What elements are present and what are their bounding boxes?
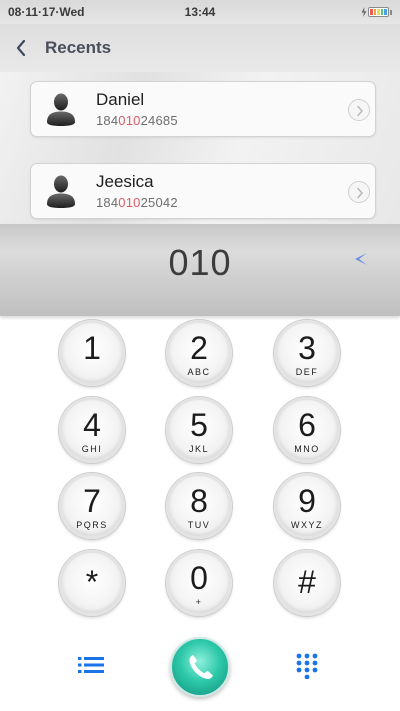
key-0[interactable]: 0 + [166,550,232,616]
status-time: 13:44 [184,5,216,19]
number-display-bar: 010 [0,224,400,316]
key-2[interactable]: 2 ABC [166,320,232,386]
contact-number: 18401025042 [96,195,178,210]
key-letters: ABC [187,367,211,377]
key-letters: MNO [294,444,320,454]
key-digit: 7 [83,483,101,519]
phone-call-icon [189,655,213,680]
key-letters: WXYZ [291,520,323,530]
dialpad-grid-icon[interactable] [294,653,320,679]
call-button[interactable] [170,637,230,697]
contact-name: Jeesica [96,172,154,191]
key-digit: 5 [190,407,208,443]
key-digit: 3 [298,330,316,366]
key-letters: PQRS [76,520,108,530]
key-4[interactable]: 4 GHI [59,397,125,463]
key-digit: 6 [298,407,316,443]
key-digit: 0 [190,560,208,596]
key-5[interactable]: 5 JKL [166,397,232,463]
key-digit: 8 [190,483,208,519]
chevron-right-icon [357,187,364,199]
key-letters: DEF [295,367,319,377]
chevron-right-icon [357,105,364,117]
key-digit: 9 [298,483,316,519]
key-9[interactable]: 9 WXYZ [274,473,340,539]
matched-digits: 010 [118,195,141,210]
key-digit: 4 [83,407,101,443]
contact-card-daniel[interactable]: Daniel 18401024685 [30,81,376,137]
chevron-left-icon[interactable] [14,39,28,57]
contact-name: Daniel [96,90,145,109]
key-hash[interactable]: # [274,550,340,616]
recents-header: Recents [0,24,400,72]
key-8[interactable]: 8 TUV [166,473,232,539]
key-3[interactable]: 3 DEF [274,320,340,386]
key-letters: JKL [188,444,209,454]
contact-detail-button[interactable] [348,181,370,203]
contact-number: 18401024685 [96,113,178,128]
contact-card-jeesica[interactable]: Jeesica 18401025042 [30,163,376,219]
backspace-arrow-icon[interactable] [350,249,370,269]
key-1[interactable]: 1 [59,320,125,386]
recents-panel: Recents Daniel 18401024685 Jeesica 18401… [0,24,400,224]
key-digit: # [298,564,316,600]
status-bar: 08·11·17·Wed 13:44 [0,0,400,24]
menu-list-icon[interactable] [78,655,104,675]
matched-digits: 010 [118,113,141,128]
key-letters: GHI [81,444,103,454]
key-digit: 1 [83,330,101,366]
avatar-icon [47,93,75,126]
key-letters: TUV [187,520,211,530]
key-star[interactable]: * [59,550,125,616]
battery-indicator [361,7,392,17]
key-7[interactable]: 7 PQRS [59,473,125,539]
charging-icon [361,7,367,17]
key-6[interactable]: 6 MNO [274,397,340,463]
battery-icon [368,7,389,17]
avatar-icon [47,175,75,208]
contact-detail-button[interactable] [348,99,370,121]
dialed-number: 010 [168,242,232,283]
key-digit: * [85,564,99,600]
page-title: Recents [45,38,112,57]
key-digit: 2 [190,330,208,366]
key-letters: + [195,597,203,607]
